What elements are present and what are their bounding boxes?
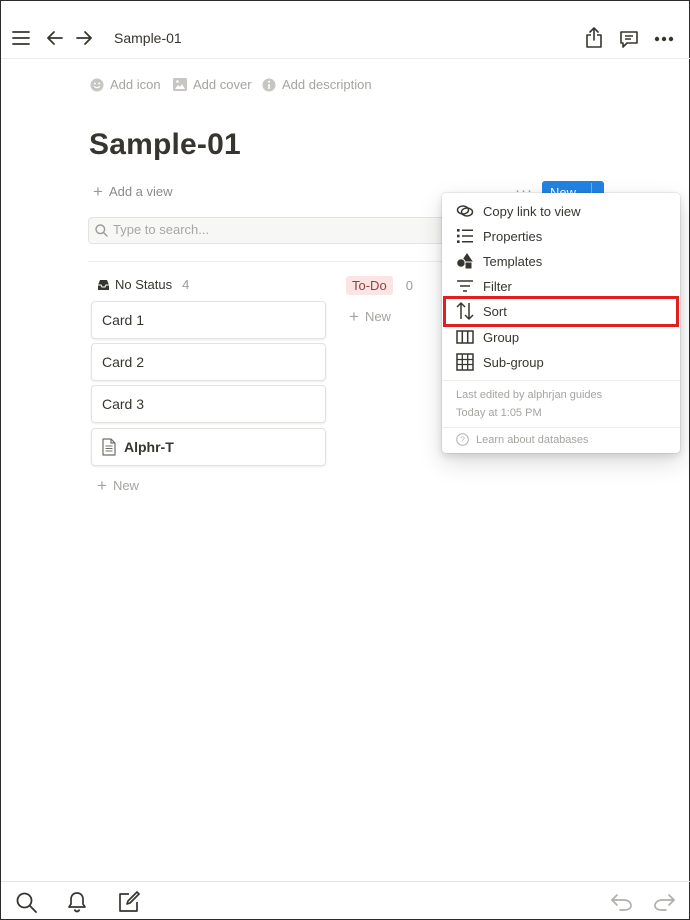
sort-icon	[456, 302, 474, 320]
search-icon	[95, 224, 108, 237]
help-icon: ?	[456, 433, 469, 446]
compose-icon[interactable]	[118, 891, 140, 913]
shapes-icon	[456, 252, 474, 270]
status-badge: To-Do	[346, 276, 393, 295]
top-bar: Sample-01	[1, 1, 690, 59]
search-icon[interactable]	[16, 892, 37, 913]
plus-icon: +	[349, 306, 359, 326]
menu-item-sub-group[interactable]: Sub-group	[442, 350, 680, 375]
add-cover-label: Add cover	[193, 77, 252, 92]
card-title: Card 1	[102, 312, 145, 328]
redo-icon[interactable]	[653, 893, 675, 911]
new-label: New	[112, 478, 139, 493]
learn-label: Learn about databases	[476, 433, 589, 446]
menu-item-copy-link[interactable]: Copy link to view	[442, 199, 680, 224]
plus-icon: +	[97, 475, 107, 495]
more-icon[interactable]	[654, 36, 674, 42]
list-icon	[456, 227, 474, 245]
menu-item-templates[interactable]: Templates	[442, 249, 680, 274]
columns-icon	[456, 328, 474, 346]
card-title: Card 2	[102, 354, 145, 370]
bell-icon[interactable]	[67, 891, 87, 913]
menu-item-sort[interactable]: Sort	[443, 296, 679, 327]
menu-icon[interactable]	[12, 30, 30, 46]
add-icon-button[interactable]: Add icon	[90, 77, 161, 92]
add-description-button[interactable]: Add description	[262, 77, 372, 92]
add-icon-label: Add icon	[110, 77, 161, 92]
menu-divider	[442, 427, 680, 428]
document-icon	[102, 438, 116, 456]
new-card-button-todo[interactable]: + New	[349, 306, 391, 326]
breadcrumb[interactable]: Sample-01	[114, 30, 182, 46]
last-edited-time: Today at 1:05 PM	[456, 407, 542, 419]
new-card-button[interactable]: + New	[97, 475, 139, 495]
search-input[interactable]	[113, 222, 443, 237]
divider	[88, 261, 458, 262]
column-header-no-status[interactable]: No Status 4	[97, 277, 189, 292]
card-title: Alphr-T	[124, 439, 174, 455]
board-card[interactable]: Alphr-T	[91, 428, 326, 466]
board-card[interactable]: Card 2	[91, 343, 326, 381]
share-icon[interactable]	[585, 27, 603, 48]
new-label: New	[364, 309, 391, 324]
column-count: 4	[182, 277, 190, 292]
add-view-button[interactable]: + Add a view	[93, 181, 173, 201]
grid-icon	[456, 353, 474, 371]
column-title: No Status	[115, 277, 173, 292]
info-icon	[262, 78, 276, 91]
add-view-label: Add a view	[108, 184, 173, 199]
forward-arrow-icon[interactable]	[75, 29, 93, 47]
inbox-icon	[98, 279, 109, 290]
menu-item-label: Filter	[483, 279, 512, 294]
board-card[interactable]: Card 1	[91, 301, 326, 339]
menu-item-label: Group	[483, 330, 520, 345]
menu-item-label: Templates	[483, 254, 543, 269]
image-icon	[173, 78, 187, 91]
view-options-menu: Copy link to view Properties Templates F…	[442, 193, 680, 453]
board-card[interactable]: Card 3	[91, 385, 326, 423]
undo-icon[interactable]	[611, 893, 633, 911]
menu-item-label: Sub-group	[483, 355, 544, 370]
learn-about-databases-link[interactable]: ? Learn about databases	[456, 433, 589, 446]
svg-text:?: ?	[460, 435, 465, 445]
column-count: 0	[405, 278, 413, 293]
menu-item-properties[interactable]: Properties	[442, 224, 680, 249]
menu-item-label: Properties	[483, 229, 543, 244]
smiley-icon	[90, 78, 104, 91]
add-cover-button[interactable]: Add cover	[173, 77, 252, 92]
menu-item-label: Sort	[483, 304, 507, 319]
add-description-label: Add description	[282, 77, 372, 92]
bottom-bar	[1, 881, 690, 920]
last-edited-by: Last edited by alphrjan guides	[456, 389, 603, 401]
filter-icon	[456, 277, 474, 295]
back-arrow-icon[interactable]	[46, 29, 64, 47]
card-title: Card 3	[102, 396, 145, 412]
menu-item-group[interactable]: Group	[442, 325, 680, 350]
app-window: Sample-01 Add icon Add cover Add descrip…	[0, 0, 690, 920]
link-icon	[456, 202, 474, 220]
page-title[interactable]: Sample-01	[89, 128, 241, 162]
column-header-todo[interactable]: To-Do 0	[346, 276, 413, 295]
plus-icon: +	[93, 181, 103, 201]
comment-icon[interactable]	[619, 30, 639, 49]
search-box[interactable]	[88, 217, 458, 244]
menu-item-label: Copy link to view	[483, 204, 581, 219]
menu-divider	[442, 380, 680, 381]
